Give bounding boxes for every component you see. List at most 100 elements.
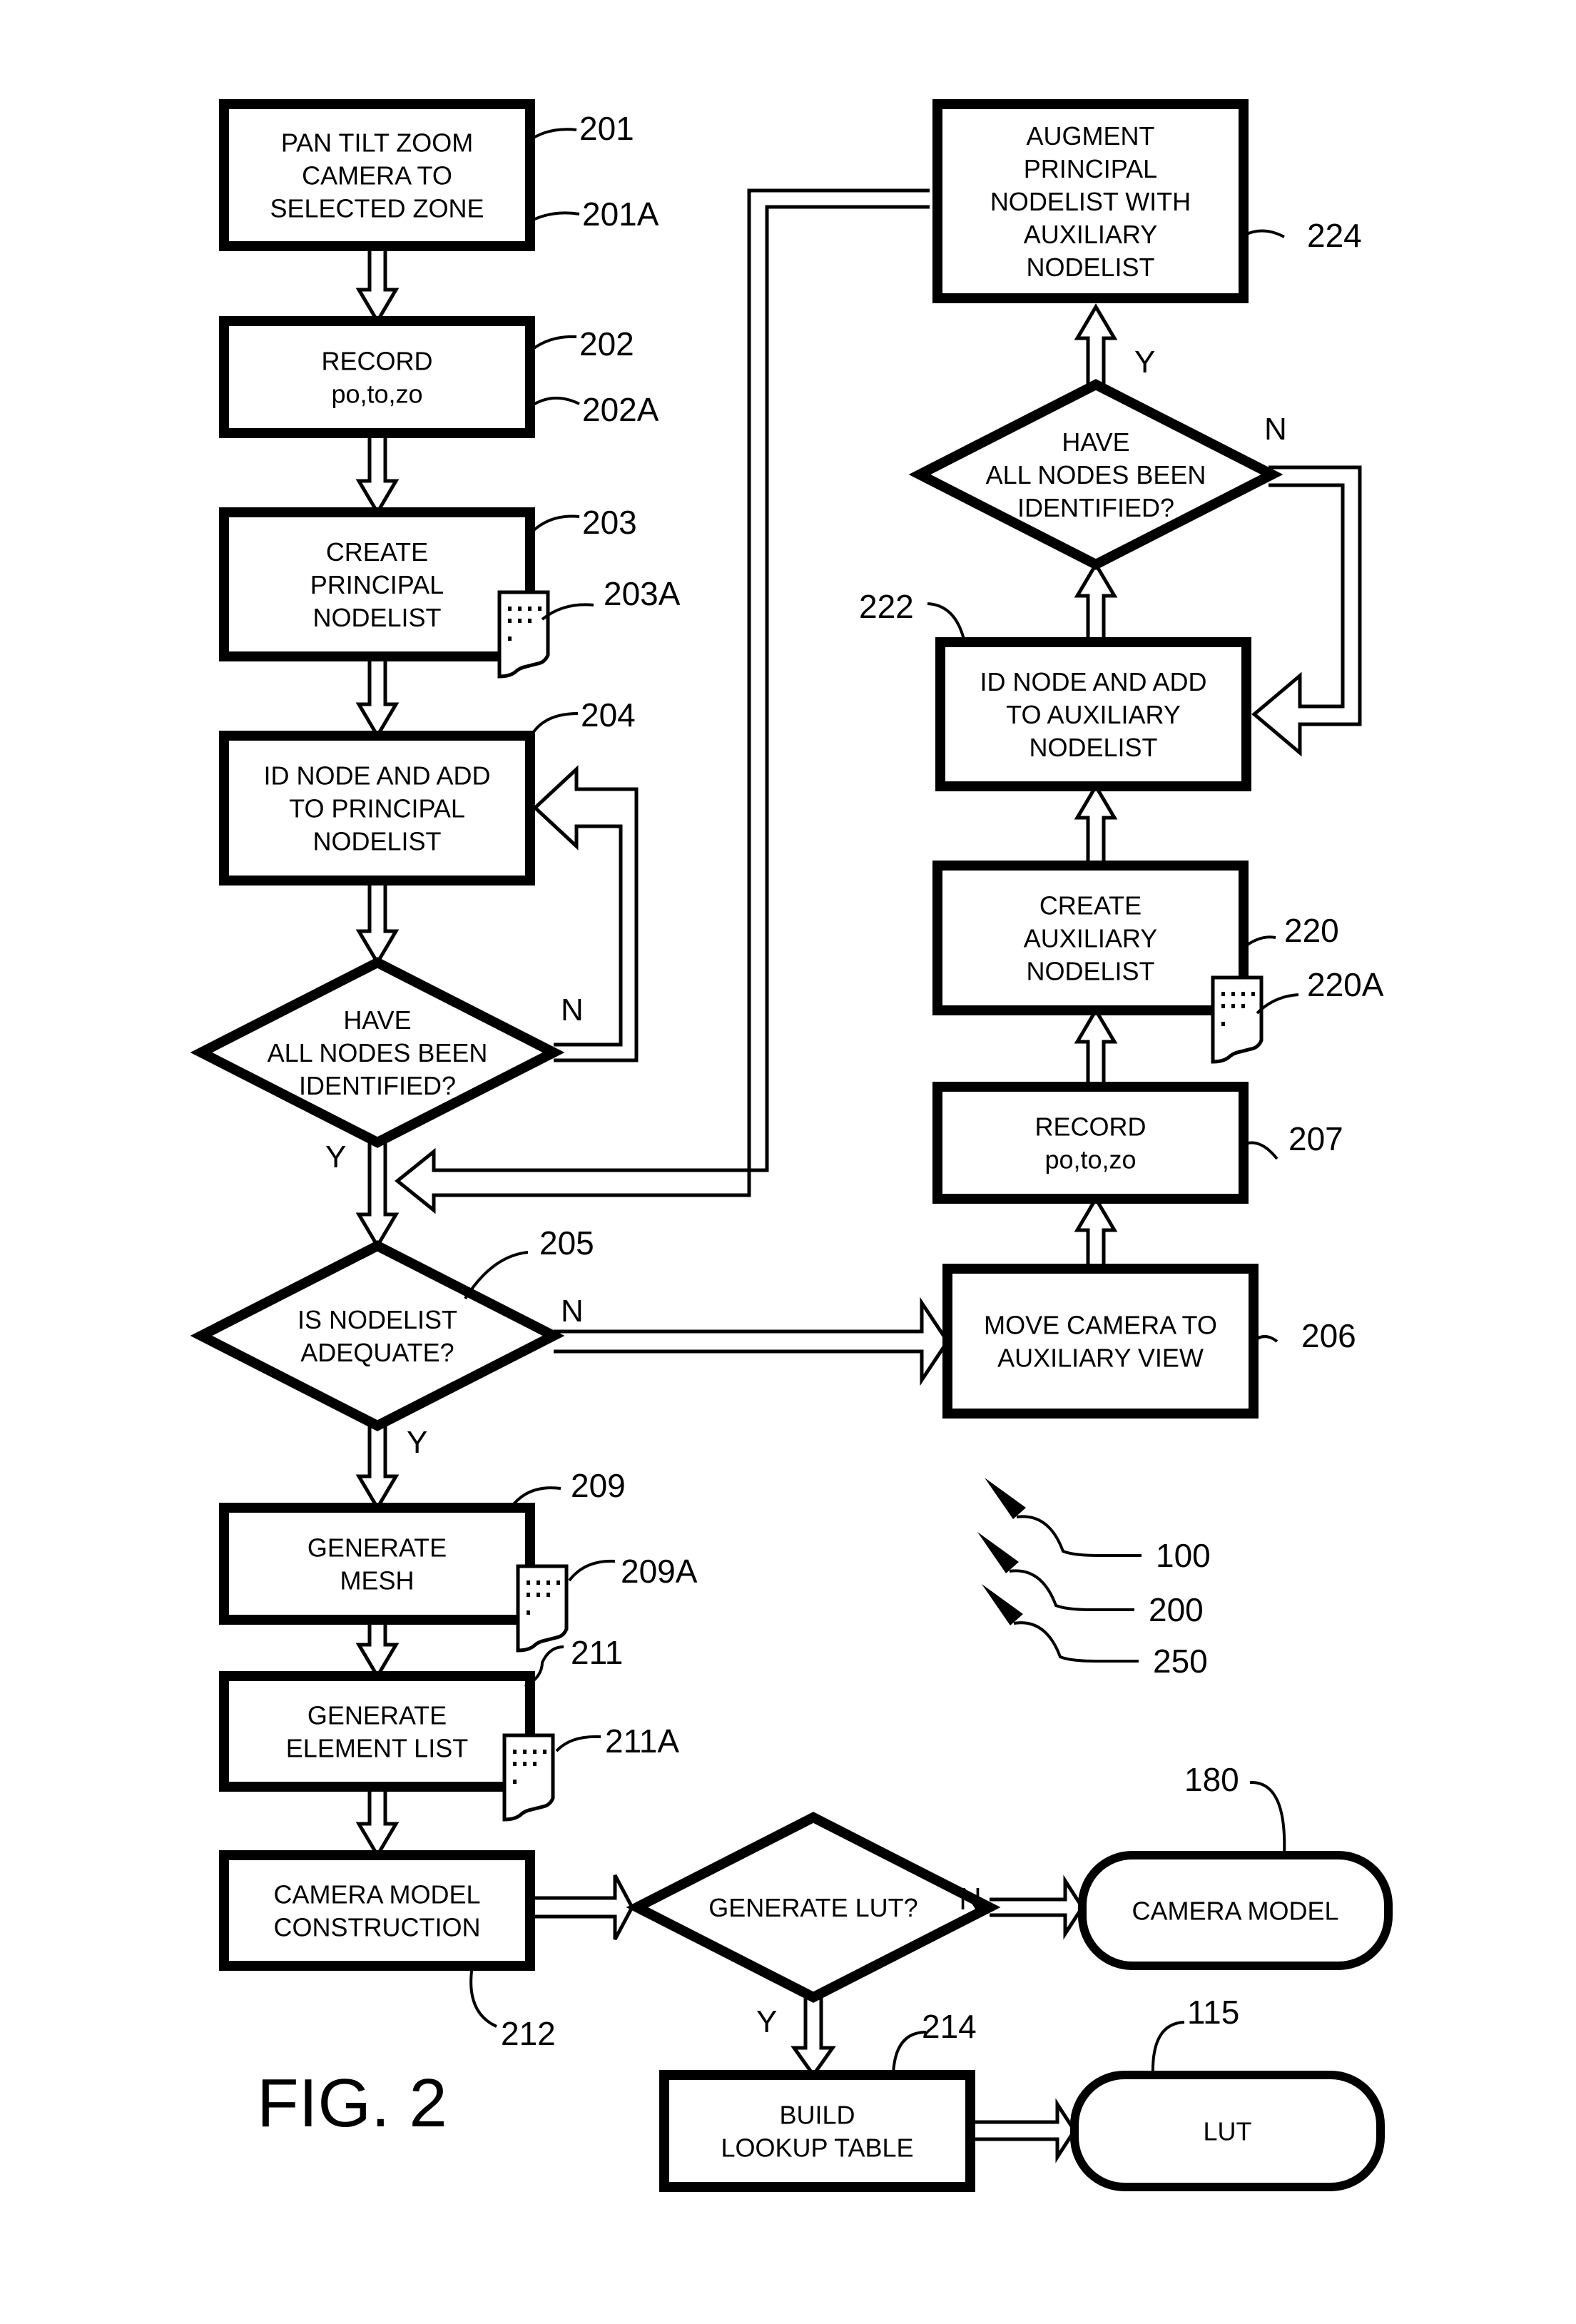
step-207-box — [932, 1082, 1249, 1204]
leader-line — [529, 396, 580, 408]
element-list-document-icon-211a-dot — [533, 1750, 537, 1754]
figure-label: FIG. 2 — [257, 2065, 447, 2141]
system-ref-100: 100 — [1156, 1537, 1211, 1574]
arrow-204-to-decision — [355, 881, 400, 966]
step-201-box-line: CAMERA TO — [302, 161, 452, 191]
step-204-box-line: ID NODE AND ADD — [263, 761, 490, 791]
step-202-box-line: po,to,zo — [331, 380, 422, 409]
leader-line — [1256, 993, 1299, 1015]
arrow-214-to-lut — [970, 2098, 1077, 2163]
nodelist-document-icon-220a-dot — [1221, 1004, 1225, 1008]
nodelist-document-icon-203a-dot — [518, 619, 522, 623]
ref-209a: 209A — [621, 1553, 698, 1590]
step-207-box-line: po,to,zo — [1044, 1145, 1136, 1174]
ref-115: 115 — [1187, 1994, 1239, 2031]
ref-222: 222 — [859, 588, 914, 625]
step-203-box-line: NODELIST — [312, 603, 441, 632]
step-204-box-line: TO PRINCIPAL — [289, 794, 465, 823]
ref-211a: 211A — [605, 1722, 679, 1760]
step-212-box-line: CAMERA MODEL — [273, 1880, 480, 1909]
step-222-box-line: NODELIST — [1029, 733, 1157, 762]
step-220-box-line: CREATE — [1039, 891, 1142, 920]
ref-202a: 202A — [582, 391, 659, 428]
step-211-box-line: GENERATE — [307, 1701, 447, 1730]
step-201-box-line: SELECTED ZONE — [270, 194, 484, 223]
step-204-box-line: NODELIST — [312, 827, 441, 856]
step-202-box — [219, 316, 535, 438]
leader-line — [1151, 2021, 1185, 2076]
step-220-box-line: NODELIST — [1026, 957, 1154, 986]
arrow-aux-decision-no-loop-to-222 — [1251, 465, 1362, 757]
decision-205-nodelist-adequate-line: ADEQUATE? — [300, 1338, 454, 1367]
nodelist-document-icon-220a-dot — [1231, 1004, 1235, 1008]
step-209-box — [219, 1503, 535, 1625]
arrow-212-to-lut-decision — [530, 1874, 634, 1941]
nodelist-document-icon-203a-dot — [508, 636, 512, 641]
step-211-box — [219, 1671, 535, 1792]
decision-lut-yes-label: Y — [756, 2004, 777, 2039]
system-ref-arrow-100-head — [985, 1478, 1026, 1519]
leader-line — [1243, 229, 1285, 238]
ref-201: 201 — [579, 110, 634, 147]
nodelist-document-icon-203a-dot — [508, 607, 512, 611]
decision-principal-identified-line: IDENTIFIED? — [299, 1071, 456, 1100]
arrow-205-yes-to-209 — [355, 1426, 400, 1511]
terminal-115-lut-line: LUT — [1203, 2117, 1251, 2146]
decision-principal-yes-label: Y — [325, 1140, 346, 1174]
element-list-document-icon-211a-dot — [523, 1762, 527, 1766]
mesh-document-icon-209a-dot — [527, 1580, 530, 1585]
leader-line — [568, 1559, 616, 1582]
mesh-document-icon-209a-dot — [537, 1593, 540, 1597]
arrow-203-to-204 — [355, 656, 400, 739]
step-224-box-line: AUXILIARY — [1024, 220, 1157, 249]
decision-205-no-label: N — [561, 1294, 584, 1329]
arrow-205-no-to-206 — [554, 1297, 950, 1386]
nodelist-document-icon-203a — [497, 590, 550, 679]
nodelist-document-icon-220a-dot — [1251, 992, 1255, 996]
flowchart: PAN TILT ZOOMCAMERA TO SELECTED ZONE RECOR… — [190, 99, 1393, 2192]
decision-auxiliary-identified-line: ALL NODES BEEN — [986, 460, 1206, 489]
element-list-document-icon-211a-dot — [513, 1750, 517, 1754]
arrow-207-to-220 — [1074, 1007, 1118, 1087]
leader-line — [1243, 1141, 1278, 1160]
nodelist-document-icon-203a-dot — [508, 619, 512, 623]
mesh-document-icon-209a-dot — [527, 1593, 530, 1597]
element-list-document-icon-211a-dot — [543, 1750, 546, 1754]
step-203-box-line: PRINCIPAL — [310, 570, 444, 599]
nodelist-document-icon-203a-dot — [538, 607, 542, 611]
mesh-document-icon-209a-dot — [546, 1580, 550, 1585]
nodelist-document-icon-203a-dot — [528, 607, 532, 611]
arrow-decision-yes-to-205 — [355, 1142, 400, 1249]
system-ref-arrow-250 — [1013, 1621, 1139, 1663]
leader-line — [529, 335, 577, 352]
element-list-document-icon-211a-dot — [513, 1780, 517, 1784]
nodelist-document-icon-220a-dot — [1221, 1022, 1225, 1026]
step-220-box-line: AUXILIARY — [1024, 924, 1157, 953]
ref-209: 209 — [571, 1467, 626, 1504]
element-list-document-icon-211a — [502, 1733, 555, 1822]
system-ref-arrow-100 — [1016, 1515, 1142, 1557]
step-202-box-line: RECORD — [321, 347, 432, 376]
leader-line — [927, 602, 966, 643]
step-224-box-line: PRINCIPAL — [1024, 154, 1157, 183]
nodelist-document-icon-220a-dot — [1241, 992, 1245, 996]
leader-line — [529, 128, 577, 141]
arrow-209-to-211 — [355, 1620, 400, 1680]
arrow-decision-yes-to-224 — [1074, 303, 1118, 385]
ref-214: 214 — [922, 2008, 977, 2045]
decision-auxiliary-identified-line: IDENTIFIED? — [1017, 493, 1174, 522]
nodelist-document-icon-203a-dot — [528, 619, 532, 623]
step-224-box-line: NODELIST — [1026, 253, 1154, 282]
ref-203: 203 — [582, 504, 637, 541]
step-206-box-line: AUXILIARY VIEW — [997, 1344, 1204, 1373]
arrow-202-to-203 — [355, 433, 400, 516]
step-201-box-line: PAN TILT ZOOM — [281, 128, 473, 158]
step-224-box-line: AUGMENT — [1027, 121, 1155, 151]
ref-212: 212 — [501, 2015, 556, 2052]
step-206-box-line: MOVE CAMERA TO — [984, 1311, 1217, 1340]
step-211-box-line: ELEMENT LIST — [286, 1734, 468, 1763]
decision-lut-no-label: N — [959, 1882, 982, 1917]
arrow-220-to-222 — [1074, 783, 1118, 866]
leader-line — [529, 211, 580, 223]
step-222-box-line: ID NODE AND ADD — [980, 667, 1206, 696]
